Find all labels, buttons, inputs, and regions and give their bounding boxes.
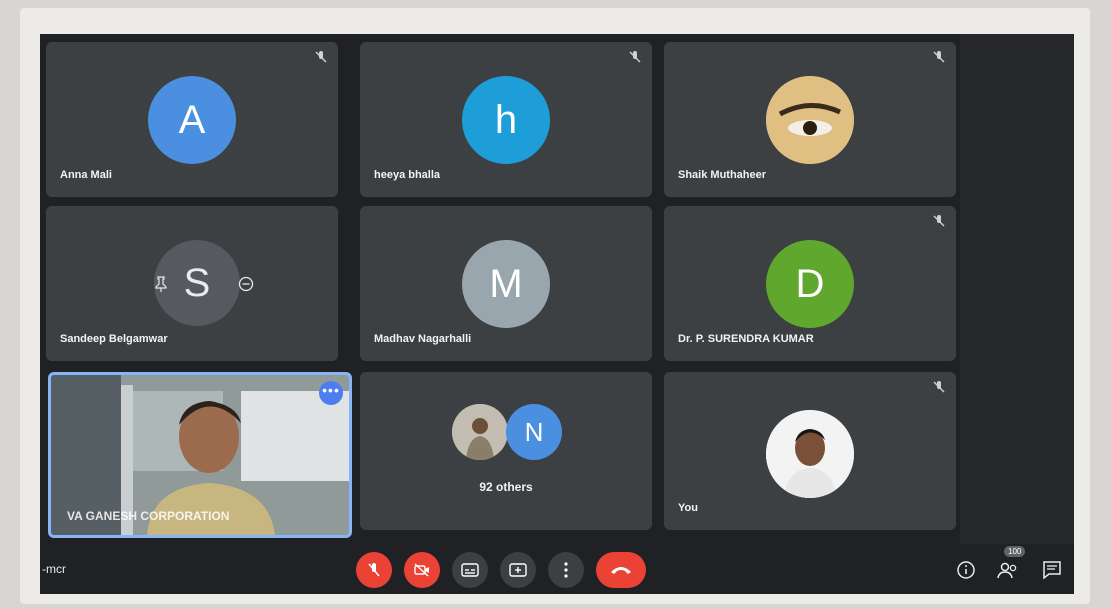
more-vert-icon [564,562,568,578]
others-tile[interactable]: N 92 others [360,372,652,530]
remove-icon[interactable] [238,276,254,292]
camera-off-icon [414,563,429,577]
participant-count-badge: 100 [1004,546,1026,557]
avatar: h [462,76,550,164]
camera-toggle-button[interactable] [404,552,440,588]
participant-name: Madhav Nagarhalli [374,333,472,345]
participant-tile[interactable]: Shaik Muthaheer [664,42,956,197]
participant-tile[interactable]: h heeya bhalla [360,42,652,197]
avatar-initial: N [524,416,544,447]
more-options-button[interactable] [548,552,584,588]
eye-photo-icon [766,76,854,164]
avatar: D [766,240,854,328]
meeting-details-button[interactable] [952,556,980,584]
leave-call-button[interactable] [596,552,646,588]
participant-name: Anna Mali [60,169,112,181]
self-name: You [678,502,698,514]
meet-window: A Anna Mali h heeya bhalla Shaik Muthahe… [40,34,1074,594]
mic-off-icon [368,563,380,577]
info-icon [957,561,975,579]
people-button[interactable]: 100 [994,546,1026,584]
person-photo-icon [452,404,508,460]
present-icon [509,563,527,577]
avatar: N [506,404,562,460]
mic-off-icon [933,51,945,63]
avatar-initial: D [795,261,825,306]
participant-name: Shaik Muthaheer [678,169,767,181]
participant-tile[interactable]: A Anna Mali [46,42,338,197]
profile-photo [766,410,854,498]
chat-button[interactable] [1038,556,1066,584]
others-count: 92 others [479,480,533,494]
mic-off-icon [315,51,327,63]
mic-toggle-button[interactable] [356,552,392,588]
people-icon [997,562,1017,579]
avatar-initial: A [178,97,206,142]
participant-name: Dr. P. SURENDRA KUMAR [678,333,814,345]
mic-off-icon [933,215,945,227]
chat-icon [1043,561,1061,580]
presenter-video-tile[interactable]: ••• VA GANESH CORPORATION [48,372,352,538]
avatar [452,404,508,460]
captions-icon [461,563,479,577]
more-options-button[interactable]: ••• [319,381,343,405]
video-caption: VA GANESH CORPORATION [67,509,230,523]
control-bar: -mcr 100 [40,544,1074,594]
avatar: M [462,240,550,328]
meeting-code: -mcr [42,562,66,576]
participant-tile[interactable]: D Dr. P. SURENDRA KUMAR [664,206,956,361]
profile-photo [766,76,854,164]
participant-name: heeya bhalla [374,169,441,181]
captions-button[interactable] [452,552,488,588]
side-gutter [960,34,1074,544]
mic-off-icon [933,381,945,393]
mic-off-icon [629,51,641,63]
participant-tile[interactable]: S Sandeep Belgamwar [46,206,338,361]
person-photo-icon [766,410,854,498]
avatar-initial: S [183,260,211,305]
participant-tile[interactable]: M Madhav Nagarhalli [360,206,652,361]
avatar: S [154,240,240,326]
avatar: A [148,76,236,164]
self-tile[interactable]: You [664,372,956,530]
avatar-initial: M [489,261,523,306]
hangup-icon [611,567,631,574]
avatar-initial: h [494,97,518,142]
participant-name: Sandeep Belgamwar [60,333,168,345]
present-button[interactable] [500,552,536,588]
